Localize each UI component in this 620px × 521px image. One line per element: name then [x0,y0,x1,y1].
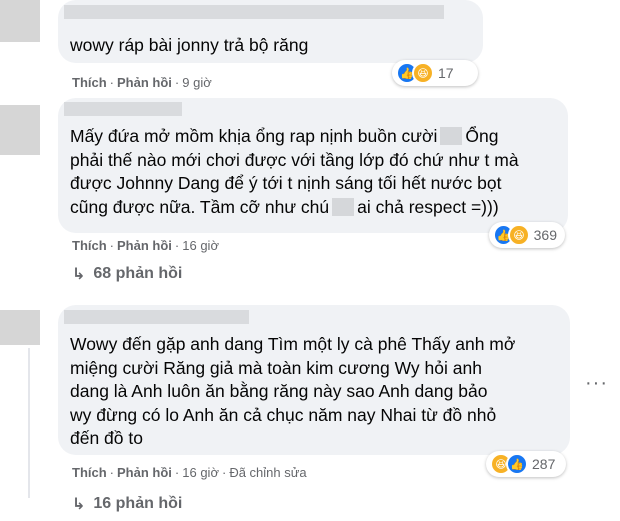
commenter-name-redacted [64,5,444,19]
like-link[interactable]: Thích [72,238,107,253]
comment-bubble: Mấy đứa mở mồm khịa ổng rap nịnh buồn cư… [58,98,568,233]
haha-icon: 😆 [412,62,434,84]
like-icon: 👍 [506,453,528,475]
reply-link[interactable]: Phản hồi [117,238,172,253]
view-replies-link[interactable]: ↳ 68 phản hồi [72,264,182,284]
comment-text: Wowy đến gặp anh dang Tìm một ly cà phê … [70,334,516,448]
reaction-count: 287 [532,456,556,472]
thread-line [28,348,30,498]
comment-text: Mấy đứa mở mồm khịa ổng rap nịnh buồn cư… [70,126,519,217]
redacted-text [440,127,463,145]
comment-bubble: Wowy đến gặp anh dang Tìm một ly cà phê … [58,305,570,455]
comment-bubble: wowy ráp bài jonny trả bộ răng [58,0,483,63]
avatar[interactable] [0,310,40,345]
comment-time[interactable]: 9 giờ [182,75,212,90]
reaction-count: 369 [533,227,557,243]
view-replies-link[interactable]: ↳ 16 phản hồi [72,494,182,514]
more-options-icon[interactable]: ··· [585,372,608,395]
comment-actions: Thích · Phản hồi · 16 giờ · Đã chỉnh sửa [72,465,307,480]
reply-link[interactable]: Phản hồi [117,465,172,480]
reaction-summary[interactable]: 😆 👍 287 [486,451,566,477]
comment-actions: Thích · Phản hồi · 16 giờ [72,238,219,253]
haha-icon: 😆 [508,224,530,246]
reply-arrow-icon: ↳ [72,496,86,513]
redacted-text [332,197,355,216]
commenter-name-redacted [64,102,182,116]
avatar[interactable] [0,105,40,155]
edited-label: Đã chỉnh sửa [229,465,307,480]
commenter-name-redacted [64,310,249,324]
reaction-count: 17 [438,65,454,81]
reaction-summary[interactable]: 👍 😆 369 [489,222,565,248]
avatar[interactable] [0,0,40,42]
comment-time[interactable]: 16 giờ [182,465,219,480]
like-link[interactable]: Thích [72,75,107,90]
comment-text: wowy ráp bài jonny trả bộ răng [70,35,309,55]
reply-arrow-icon: ↳ [72,266,86,283]
comment-time[interactable]: 16 giờ [182,238,219,253]
reaction-summary[interactable]: 👍 😆 17 [392,60,478,86]
comment-actions: Thích · Phản hồi · 9 giờ [72,75,212,90]
like-link[interactable]: Thích [72,465,107,480]
reply-link[interactable]: Phản hồi [117,75,172,90]
